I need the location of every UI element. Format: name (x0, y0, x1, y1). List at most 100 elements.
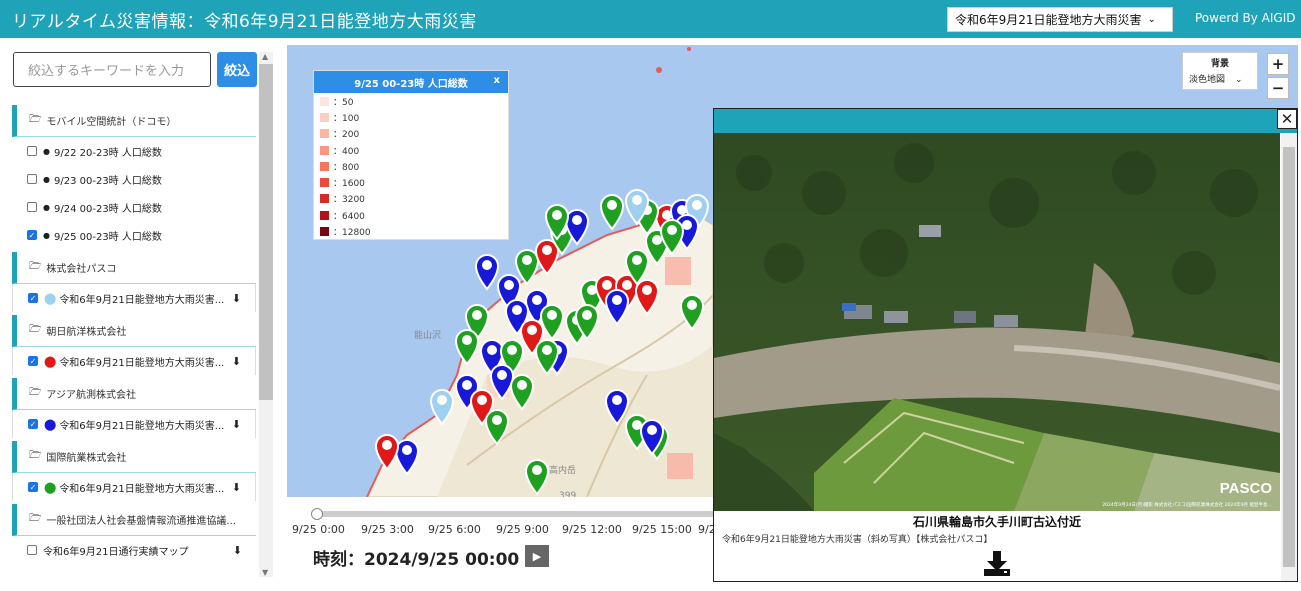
layer-item[interactable]: ● 9/22 20-23時 人口総数 (12, 137, 256, 165)
group-pasco[interactable]: 🗁 株式会社パスコ (12, 252, 256, 284)
legend-swatch (320, 129, 329, 139)
legend-label: ：3200 (333, 195, 365, 206)
circle-icon: ● (43, 230, 50, 240)
group-kokusai[interactable]: 🗁 国際航業株式会社 (12, 441, 256, 473)
pasco-logo: PASCO (1219, 480, 1272, 497)
scroll-up-icon[interactable]: ▲ (262, 52, 268, 61)
layer-item[interactable]: ✓ ⬤ 令和6年9月21日能登地方大雨災害... ⬇ (12, 284, 256, 312)
layer-item[interactable]: ● 9/23 00-23時 人口総数 (12, 165, 256, 193)
photo-marker[interactable] (474, 254, 500, 291)
layer-checkbox-checked[interactable]: ✓ (27, 230, 37, 240)
keyword-search-input[interactable]: 絞込するキーワードを入力 (13, 52, 211, 87)
map-pin-icon: ⬤ (44, 291, 57, 305)
heat-cell (665, 257, 691, 285)
group-asahi[interactable]: 🗁 朝日航洋株式会社 (12, 315, 256, 347)
legend-row: ：50 (314, 93, 508, 109)
layer-checkbox[interactable] (27, 174, 37, 184)
layer-item[interactable]: ✓ ⬤ 令和6年9月21日能登地方大雨災害... ⬇ (12, 410, 256, 438)
layer-checkbox[interactable] (27, 202, 37, 212)
basemap-value: 淡色地図 (1189, 75, 1226, 85)
popup-scrollbar[interactable] (1281, 133, 1297, 581)
legend-label: ：12800 (333, 228, 371, 239)
legend-label: ：200 (333, 130, 360, 141)
layer-checkbox-checked[interactable]: ✓ (28, 293, 38, 303)
photo-marker[interactable] (599, 194, 625, 231)
layer-item[interactable]: ✓ ⬤ 令和6年9月21日能登地方大雨災害... ⬇ (12, 347, 256, 375)
scroll-down-icon[interactable]: ▼ (262, 568, 268, 577)
legend-row: ：12800 (314, 223, 508, 239)
time-tick: 9/25 9:00 (496, 523, 549, 536)
group-label: アジア航測株式会社 (46, 390, 137, 401)
close-icon[interactable]: x (494, 75, 500, 86)
basemap-label: 背景 (1210, 59, 1229, 69)
layer-checkbox-checked[interactable]: ✓ (28, 482, 38, 492)
layer-label: 9/25 00-23時 人口総数 (53, 231, 162, 243)
folder-icon: 🗁 (29, 114, 42, 125)
zoom-in-button[interactable]: + (1267, 53, 1289, 75)
layer-item[interactable]: ● 9/24 00-23時 人口総数 (12, 193, 256, 221)
legend-row: ：400 (314, 142, 508, 158)
popup-header: ✕ (714, 109, 1297, 133)
layer-label: 令和6年9月21日能登地方大雨災害... (59, 420, 225, 432)
time-slider-handle[interactable] (311, 508, 323, 520)
legend-row: ：100 (314, 109, 508, 125)
time-tick: 9/25 0:00 (292, 523, 345, 536)
chevron-down-icon: ⌄ (1235, 75, 1243, 85)
legend-header: 9/25 00-23時 人口総数 x (314, 71, 508, 93)
legend-row: ：1600 (314, 174, 508, 190)
photo-popup: ✕ PASCO 2024年9月24日(月)撮影 株式会社パスコ/国際航業株式会社… (713, 108, 1298, 582)
layer-checkbox[interactable] (27, 146, 37, 156)
legend-row: ：200 (314, 126, 508, 142)
layer-label: 令和6年9月21日通行実績マップ (43, 546, 189, 558)
layer-item[interactable]: ✓ ⬤ 令和6年9月21日能登地方大雨災害... ⬇ (12, 473, 256, 501)
zoom-out-button[interactable]: − (1267, 77, 1289, 99)
layer-checkbox-checked[interactable]: ✓ (28, 419, 38, 429)
legend-label: ：400 (333, 146, 360, 157)
map-pin-icon: ⬤ (44, 480, 57, 494)
play-button[interactable]: ▶ (525, 545, 549, 567)
aerial-photo-image (714, 133, 1280, 511)
download-icon[interactable]: ⬇ (232, 481, 241, 494)
download-icon[interactable]: ⬇ (232, 355, 241, 368)
legend-swatch (320, 96, 329, 106)
popup-scroll-thumb[interactable] (1283, 147, 1295, 567)
layer-label: 令和6年9月21日能登地方大雨災害... (59, 357, 225, 369)
layer-checkbox-checked[interactable]: ✓ (28, 356, 38, 366)
app-title: リアルタイム災害情報：令和6年9月21日能登地方大雨災害 (12, 11, 477, 32)
layer-list: 🗁 モバイル空間統計（ドコモ） ● 9/22 20-23時 人口総数 ● 9/2… (12, 102, 256, 564)
layer-item[interactable]: 令和6年9月21日通行実績マップ ⬇ (12, 536, 256, 564)
legend-row: ：800 (314, 158, 508, 174)
time-slider-track[interactable] (315, 511, 715, 517)
group-aigid[interactable]: 🗁 一般社団法人社会基盤情報流通推進協議... (12, 504, 256, 536)
time-tick: 9/25 15:00 (632, 523, 692, 536)
download-icon[interactable] (982, 549, 1012, 577)
legend-swatch (320, 227, 329, 237)
layer-checkbox[interactable] (27, 545, 37, 555)
group-label: 一般社団法人社会基盤情報流通推進協議... (46, 516, 236, 527)
legend-swatch (320, 178, 329, 188)
powered-by-text: Powerd By AIGID (1195, 11, 1296, 25)
download-icon[interactable]: ⬇ (232, 418, 241, 431)
group-asia[interactable]: 🗁 アジア航測株式会社 (12, 378, 256, 410)
map-pin-icon: ⬤ (44, 417, 57, 431)
disaster-select-value: 令和6年9月21日能登地方大雨災害 (955, 13, 1142, 27)
disaster-select[interactable]: 令和6年9月21日能登地方大雨災害 ⌄ (947, 7, 1173, 32)
map-label: 高内岳 (549, 466, 577, 476)
filter-button[interactable]: 絞込 (217, 52, 257, 87)
circle-icon: ● (43, 174, 50, 184)
island-marker (687, 47, 691, 51)
download-icon[interactable]: ⬇ (232, 292, 241, 305)
folder-icon: 🗁 (29, 261, 42, 272)
sidebar-scrollbar[interactable]: ▲ ▼ (259, 52, 273, 577)
basemap-select[interactable]: 背景 淡色地図 ⌄ (1182, 52, 1258, 90)
group-docomo[interactable]: 🗁 モバイル空間統計（ドコモ） (12, 105, 256, 137)
layer-item[interactable]: ✓ ● 9/25 00-23時 人口総数 (12, 221, 256, 249)
legend-label: ：100 (333, 113, 360, 124)
sidebar-scroll-thumb[interactable] (259, 64, 273, 400)
close-icon[interactable]: ✕ (1277, 109, 1297, 129)
legend-row: ：3200 (314, 191, 508, 207)
folder-icon: 🗁 (29, 450, 42, 461)
download-icon[interactable]: ⬇ (233, 544, 242, 557)
layer-label: 9/24 00-23時 人口総数 (53, 203, 162, 215)
legend-rows: ：50 ：100 ：200 ：400 ：800 ：1600 ：3200 ：6400 ：12800 (314, 93, 508, 240)
